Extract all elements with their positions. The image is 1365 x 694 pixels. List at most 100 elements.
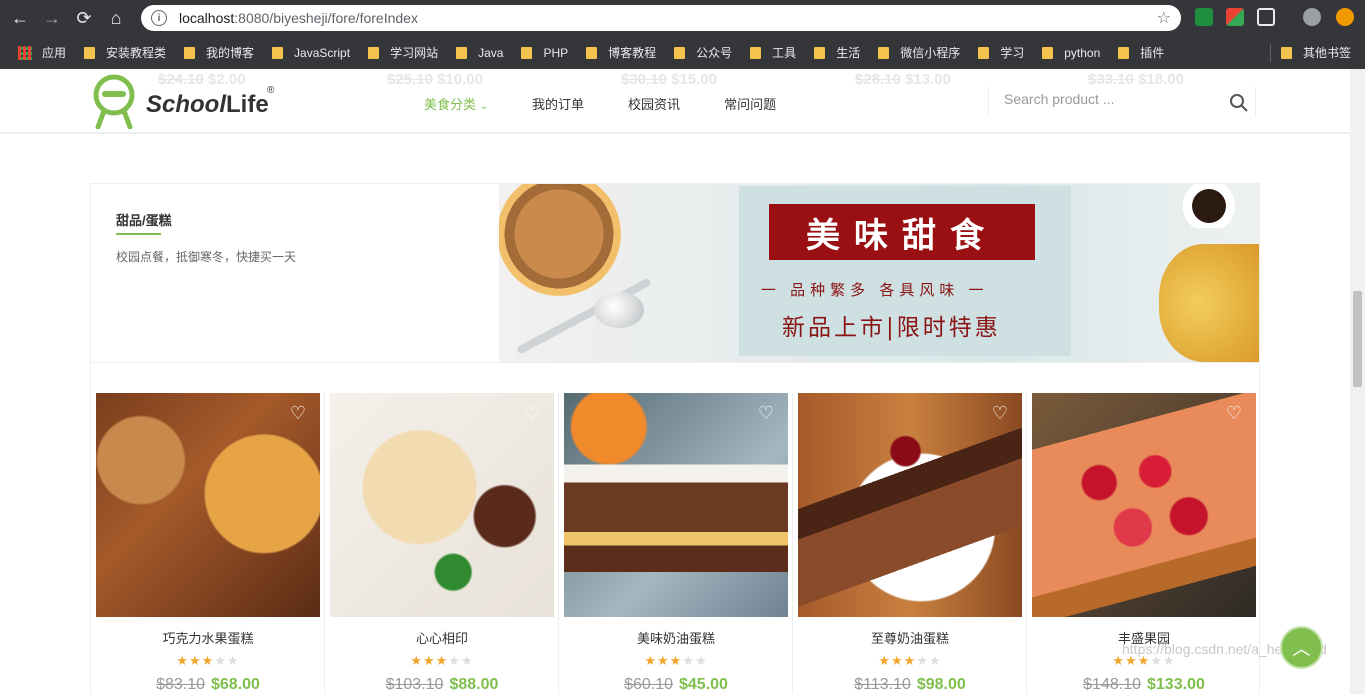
product-price: $60.10 $45.00 (624, 676, 728, 693)
folder-icon (814, 46, 826, 59)
reload-icon[interactable]: ⟳ (72, 6, 96, 30)
extension-icon-2[interactable] (1226, 8, 1244, 26)
heart-icon[interactable]: ♡ (992, 403, 1008, 424)
site-header: SchoolLife ® 美食分类 ⌄ 我的订单 校园资讯 常问问题 Searc… (0, 69, 1350, 134)
product-image[interactable]: ♡ (564, 393, 788, 617)
product-card[interactable]: ♡ 至尊奶油蛋糕 ★★★★★ $113.10 $98.00 (793, 393, 1027, 694)
address-bar[interactable]: i localhost:8080/biyesheji/fore/foreInde… (141, 5, 1181, 31)
site-info-icon[interactable]: i (151, 10, 167, 26)
product-name[interactable]: 至尊奶油蛋糕 (793, 628, 1027, 647)
bookmark-folder[interactable]: 学习 (978, 44, 1024, 61)
folder-icon (878, 46, 890, 59)
product-price: $113.10 $98.00 (854, 676, 966, 693)
search-input[interactable]: Search product ... (1004, 91, 1115, 107)
profile-avatar[interactable] (1303, 8, 1321, 26)
folder-icon (521, 46, 533, 59)
bookmark-apps[interactable]: 应用 (18, 44, 66, 61)
folder-icon (368, 46, 380, 59)
product-image[interactable]: ♡ (330, 393, 554, 617)
product-name[interactable]: 美味奶油蛋糕 (559, 628, 793, 647)
product-name[interactable]: 心心相印 (325, 628, 559, 647)
bookmark-folder[interactable]: 学习网站 (368, 44, 438, 61)
product-name[interactable]: 巧克力水果蛋糕 (91, 628, 325, 647)
rating-stars: ★★★★★ (410, 653, 474, 668)
folder-icon (272, 46, 284, 59)
menu-item-faq[interactable]: 常问问题 (724, 94, 776, 113)
extension-icon-1[interactable] (1195, 8, 1213, 26)
bookmark-folder[interactable]: 插件 (1118, 44, 1164, 61)
product-card[interactable]: ♡ 巧克力水果蛋糕 ★★★★★ $83.10 $68.00 (91, 393, 325, 694)
promo-tagline: 新品上市|限时特惠 (782, 315, 1001, 341)
update-alert-icon[interactable] (1336, 8, 1354, 26)
bookmark-folder[interactable]: 安装教程类 (84, 44, 166, 61)
folder-icon (586, 46, 598, 59)
product-grid: ♡ 巧克力水果蛋糕 ★★★★★ $83.10 $68.00 ♡ 心心相印 ★★★★… (90, 363, 1260, 694)
menu-item-food-category[interactable]: 美食分类 ⌄ (424, 94, 488, 113)
heart-icon[interactable]: ♡ (290, 403, 306, 424)
folder-icon (84, 46, 96, 59)
home-icon[interactable]: ⌂ (104, 6, 128, 30)
bookmark-folder[interactable]: PHP (521, 46, 568, 60)
heart-icon[interactable]: ♡ (1226, 403, 1242, 424)
title-underline (116, 233, 161, 235)
product-image[interactable]: ♡ (798, 393, 1022, 617)
heart-icon[interactable]: ♡ (758, 403, 774, 424)
chevron-up-icon: ︿ (1292, 638, 1311, 659)
coffee-cup-graphic (1179, 184, 1239, 228)
bookmark-folder[interactable]: JavaScript (272, 46, 350, 60)
promo-subtitle: 一 品种繁多 各具风味 一 (761, 282, 989, 299)
folder-icon (978, 46, 990, 59)
rating-stars: ★★★★★ (644, 653, 708, 668)
bookmark-other[interactable]: 其他书签 (1280, 44, 1351, 61)
rating-stars: ★★★★★ (878, 653, 942, 668)
page-scrollbar[interactable] (1350, 69, 1365, 694)
rating-stars: ★★★★★ (176, 653, 240, 668)
browser-toolbar: ← → ⟳ ⌂ i localhost:8080/biyesheji/fore/… (0, 0, 1365, 36)
bookmark-folder[interactable]: Java (456, 46, 503, 60)
extension-icon-3[interactable] (1257, 8, 1275, 26)
bookmarks-bar: 应用 安装教程类 我的博客 JavaScript 学习网站 Java PHP 博… (0, 36, 1365, 69)
back-to-top-button[interactable]: ︿ (1280, 626, 1323, 669)
bookmark-folder[interactable]: 微信小程序 (878, 44, 960, 61)
scrollbar-thumb[interactable] (1353, 291, 1362, 387)
folder-icon (1280, 46, 1292, 59)
bread-graphic (1159, 244, 1259, 362)
spoon-head-graphic (594, 292, 644, 328)
bookmark-folder[interactable]: 生活 (814, 44, 860, 61)
bookmark-folder[interactable]: python (1042, 46, 1100, 60)
bookmark-folder[interactable]: 我的博客 (184, 44, 254, 61)
bookmark-folder[interactable]: 工具 (750, 44, 796, 61)
promo-title: 美味甜食 (769, 204, 1035, 260)
category-banner: 甜品/蛋糕 校园点餐，抵御寒冬，快捷买一天 美味甜食 一 品种繁多 各具风味 一… (90, 183, 1260, 363)
url-text[interactable]: localhost:8080/biyesheji/fore/foreIndex (179, 10, 418, 26)
site-logo[interactable]: SchoolLife ® (90, 73, 274, 129)
product-image[interactable]: ♡ (1032, 393, 1256, 617)
menu-item-my-orders[interactable]: 我的订单 (532, 94, 584, 113)
page-content: $24.10 $2.00 $25.10 $10.00 $30.10 $15.00… (0, 69, 1350, 694)
bookmark-star-icon[interactable]: ☆ (1157, 8, 1171, 28)
folder-icon (184, 46, 196, 59)
heart-icon[interactable]: ♡ (524, 403, 540, 424)
folder-icon (750, 46, 762, 59)
registered-mark: ® (267, 85, 275, 96)
product-image[interactable]: ♡ (96, 393, 320, 617)
product-price: $83.10 $68.00 (156, 676, 260, 693)
back-icon[interactable]: ← (8, 6, 32, 30)
logo-mascot-icon (93, 74, 135, 129)
bookmark-folder[interactable]: 博客教程 (586, 44, 656, 61)
folder-icon (1118, 46, 1130, 59)
promo-banner-image[interactable]: 美味甜食 一 品种繁多 各具风味 一 新品上市|限时特惠 (499, 184, 1259, 362)
product-price: $148.10 $133.00 (1083, 676, 1205, 693)
folder-icon (674, 46, 686, 59)
category-title[interactable]: 甜品/蛋糕 (116, 210, 172, 229)
bookmark-folder[interactable]: 公众号 (674, 44, 732, 61)
product-search[interactable]: Search product ... (988, 87, 1256, 117)
search-icon[interactable] (1229, 93, 1249, 113)
product-card[interactable]: ♡ 心心相印 ★★★★★ $103.10 $88.00 (325, 393, 559, 694)
forward-icon[interactable]: → (40, 6, 64, 30)
menu-item-campus-news[interactable]: 校园资讯 (628, 94, 680, 113)
main-menu: 美食分类 ⌄ 我的订单 校园资讯 常问问题 (424, 94, 820, 113)
product-card[interactable]: ♡ 美味奶油蛋糕 ★★★★★ $60.10 $45.00 (559, 393, 793, 694)
product-price: $103.10 $88.00 (385, 676, 499, 693)
logo-text: SchoolLife (146, 91, 269, 118)
